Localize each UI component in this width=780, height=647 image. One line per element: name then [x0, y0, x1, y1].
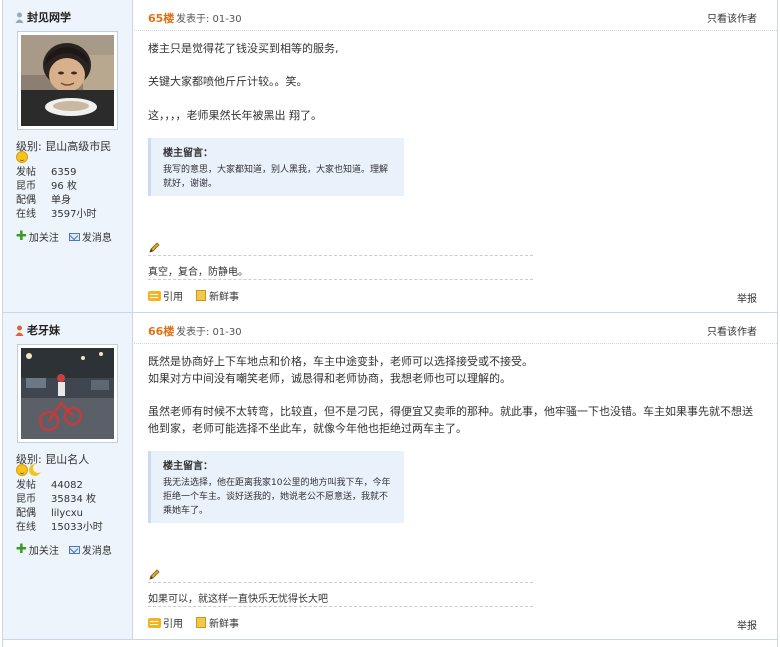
signature-divider [148, 582, 533, 583]
plus-icon: ✚ [16, 228, 27, 244]
post-paragraph: 如果对方中间没有嘲笑老师，诚恳得和老师协商，我想老师也可以理解的。 [148, 372, 511, 385]
send-message-button[interactable]: 发消息 [68, 229, 112, 244]
signature-divider-bottom [148, 279, 533, 280]
moon-rank-icon [29, 463, 43, 476]
user-actions: ✚ 加关注 发消息 [16, 228, 112, 245]
post-paragraph: 虽然老师有时候不太转弯，比较直，但不是刁民，得便宜又卖乖的那种。就此事，他牢骚一… [148, 405, 753, 435]
floor-number[interactable]: 66楼 [148, 323, 174, 339]
user-sidebar: 封见网学 级别: 昆山高级市民 发帖 6359 昆币 96 枚 配偶 单身 在线… [3, 0, 133, 312]
quote-button[interactable]: 引用 [148, 288, 183, 303]
mail-icon [68, 545, 80, 554]
post-header: 65楼 发表于: 01-30 只看该作者 [134, 0, 777, 31]
stat-row: 配偶 lilycxu [16, 508, 84, 519]
quote-icon [148, 617, 161, 628]
share-news-button[interactable]: 新鲜事 [196, 615, 239, 630]
send-message-button[interactable]: 发消息 [68, 542, 112, 557]
user-actions: ✚ 加关注 发消息 [16, 541, 112, 558]
post-paragraph: 楼主只是觉得花了钱没买到相等的服务, [148, 42, 339, 55]
stat-row: 昆币 35834 枚 [16, 494, 96, 505]
post-content: 66楼 发表于: 01-30 只看该作者 既然是协商好上下车地点和价格，车主中途… [134, 313, 777, 639]
owner-reply-text: 我无法选择，他在距离我家10公里的地方叫我下车，今年拒绝一个车主。谈好送我的，她… [163, 478, 391, 516]
user-sidebar: 老牙妹 级别: 昆山名人 发帖 44082 昆币 35834 枚 配偶 lily… [3, 313, 133, 639]
quote-button[interactable]: 引用 [148, 615, 183, 630]
avatar-image[interactable] [21, 35, 114, 126]
post-66: 老牙妹 级别: 昆山名人 发帖 44082 昆币 35834 枚 配偶 lily… [3, 313, 777, 640]
pencil-icon [149, 569, 160, 580]
floor-number[interactable]: 65楼 [148, 10, 174, 26]
owner-reply-title: 楼主留言： [163, 148, 213, 159]
stat-row: 在线 3597小时 [16, 209, 97, 220]
news-icon [196, 290, 206, 301]
avatar[interactable] [17, 31, 118, 130]
username[interactable]: 封见网学 [15, 9, 71, 25]
user-stats: 发帖 6359 昆币 96 枚 配偶 单身 在线 3597小时 [16, 166, 126, 222]
owner-reply-box: 楼主留言： 我写的意思，大家都知道，别人黑我，大家也知道。理解就好，谢谢。 [148, 138, 404, 196]
rank-icons [16, 463, 43, 476]
owner-reply-box: 楼主留言： 我无法选择，他在距离我家10公里的地方叫我下车，今年拒绝一个车主。谈… [148, 451, 404, 523]
sun-rank-icon [16, 464, 28, 476]
post-paragraph: 关键大家都喷他斤斤计较。。笑。 [148, 75, 308, 88]
plus-icon: ✚ [16, 541, 27, 557]
forum-thread: 封见网学 级别: 昆山高级市民 发帖 6359 昆币 96 枚 配偶 单身 在线… [2, 0, 778, 647]
report-link[interactable]: 举报 [737, 290, 757, 305]
post-footer: 引用 新鲜事 举报 [134, 288, 777, 308]
signature-divider-bottom [148, 606, 533, 607]
avatar[interactable] [17, 344, 118, 443]
post-content: 65楼 发表于: 01-30 只看该作者 楼主只是觉得花了钱没买到相等的服务, … [134, 0, 777, 312]
pencil-icon [149, 242, 160, 253]
user-gender-icon [15, 12, 24, 23]
share-news-button[interactable]: 新鲜事 [196, 288, 239, 303]
only-author-link[interactable]: 只看该作者 [707, 10, 757, 25]
post-time: 发表于: 01-30 [176, 327, 242, 338]
mail-icon [68, 232, 80, 241]
signature: 真空，复合，防静电。 [148, 267, 248, 278]
post-paragraph: 这，，，，老师果然长年被黑出 翔了。 [148, 109, 322, 122]
sun-rank-icon [16, 151, 28, 163]
news-icon [196, 617, 206, 628]
owner-reply-title: 楼主留言： [163, 461, 213, 472]
stat-row: 配偶 单身 [16, 195, 71, 206]
username[interactable]: 老牙妹 [15, 322, 60, 338]
follow-button[interactable]: ✚ 加关注 [16, 541, 59, 558]
post-time: 发表于: 01-30 [176, 14, 242, 25]
stat-row: 在线 15033小时 [16, 522, 103, 533]
owner-reply-text: 我写的意思，大家都知道，别人黑我，大家也知道。理解就好，谢谢。 [163, 165, 389, 189]
user-level: 级别: 昆山高级市民 [16, 140, 112, 153]
signature-divider [148, 255, 533, 256]
post-65: 封见网学 级别: 昆山高级市民 发帖 6359 昆币 96 枚 配偶 单身 在线… [3, 0, 777, 313]
signature: 如果可以，就这样一直快乐无忧得长大吧 [148, 594, 328, 605]
stat-row: 发帖 44082 [16, 480, 83, 491]
user-gender-icon [15, 325, 24, 336]
only-author-link[interactable]: 只看该作者 [707, 323, 757, 338]
post-header: 66楼 发表于: 01-30 只看该作者 [134, 313, 777, 344]
post-paragraph: 既然是协商好上下车地点和价格，车主中途变卦，老师可以选择接受或不接受。 [148, 355, 533, 368]
user-stats: 发帖 44082 昆币 35834 枚 配偶 lilycxu 在线 15033小时 [16, 479, 126, 535]
stat-row: 发帖 6359 [16, 167, 77, 178]
quote-icon [148, 290, 161, 301]
avatar-image[interactable] [21, 348, 114, 439]
rank-icons [16, 151, 28, 163]
post-footer: 引用 新鲜事 举报 [134, 615, 777, 635]
follow-button[interactable]: ✚ 加关注 [16, 228, 59, 245]
stat-row: 昆币 96 枚 [16, 181, 77, 192]
report-link[interactable]: 举报 [737, 617, 757, 632]
